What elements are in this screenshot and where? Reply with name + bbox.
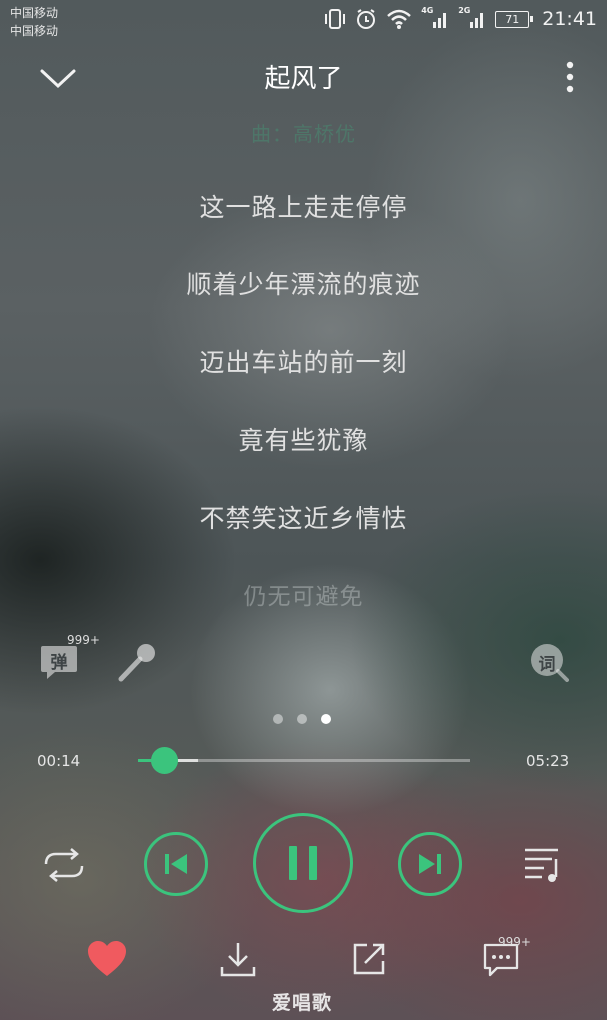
signal-2g-icon: 2G <box>458 6 486 30</box>
danmaku-button[interactable]: 弹 <box>40 642 78 680</box>
lyrics-poster-label: 词 <box>538 655 556 675</box>
page-dot[interactable] <box>297 714 307 724</box>
download-icon <box>220 943 256 977</box>
more-vertical-icon <box>566 61 574 93</box>
lyric-line: 竟有些犹豫 <box>238 426 369 455</box>
signal-4g-icon: 4G <box>421 6 449 30</box>
lyric-next-line: 仍无可避免 <box>243 584 364 610</box>
progress-track[interactable] <box>138 759 470 762</box>
watermark: 爱唱歌 <box>272 992 333 1014</box>
page-indicator <box>273 714 331 724</box>
lyric-line: 这一路上走走停停 <box>199 193 408 222</box>
progress-thumb[interactable] <box>151 747 178 774</box>
more-button[interactable] <box>560 60 580 96</box>
alarm-icon <box>357 9 376 29</box>
battery-icon: 71 <box>495 9 534 29</box>
danmaku-count-badge: 999+ <box>67 633 100 647</box>
danmaku-label: 弹 <box>50 653 68 673</box>
vibrate-icon <box>325 9 346 29</box>
repeat-mode-button[interactable] <box>42 846 86 884</box>
share-button[interactable] <box>351 941 387 977</box>
lyric-line: 迈出车站的前一刻 <box>199 348 408 377</box>
previous-button[interactable] <box>144 832 208 896</box>
battery-level: 71 <box>495 11 530 28</box>
status-icons: 4G 2G 71 21:41 <box>324 6 597 32</box>
repeat-icon <box>44 848 84 882</box>
pause-button[interactable] <box>253 813 353 913</box>
share-icon <box>353 943 385 975</box>
wifi-icon <box>387 9 412 29</box>
clock: 21:41 <box>542 8 597 30</box>
total-time: 05:23 <box>526 752 570 770</box>
playlist-icon <box>525 848 558 882</box>
microphone-icon <box>118 644 155 682</box>
carrier-1: 中国移动 <box>10 6 59 20</box>
download-button[interactable] <box>219 940 257 978</box>
lyric-line: 顺着少年漂流的痕迹 <box>186 270 421 299</box>
lyric-composer-line: 曲：高桥优 <box>251 122 356 146</box>
current-time: 00:14 <box>37 752 81 770</box>
lyric-line: 不禁笑这近乡情怯 <box>199 504 408 533</box>
page-dot-active[interactable] <box>321 714 331 724</box>
skip-previous-icon <box>165 854 187 874</box>
page-dot[interactable] <box>273 714 283 724</box>
carrier-2: 中国移动 <box>10 24 59 38</box>
playlist-button[interactable] <box>522 845 566 885</box>
song-title: 起风了 <box>264 64 343 94</box>
pause-icon <box>289 846 317 880</box>
lyrics-poster-button[interactable]: 词 <box>529 642 569 682</box>
next-button[interactable] <box>398 832 462 896</box>
skip-next-icon <box>419 854 441 874</box>
comment-count-badge: 999+ <box>498 935 531 949</box>
like-button[interactable] <box>86 940 128 978</box>
karaoke-button[interactable] <box>116 641 158 683</box>
heart-icon <box>88 941 126 976</box>
